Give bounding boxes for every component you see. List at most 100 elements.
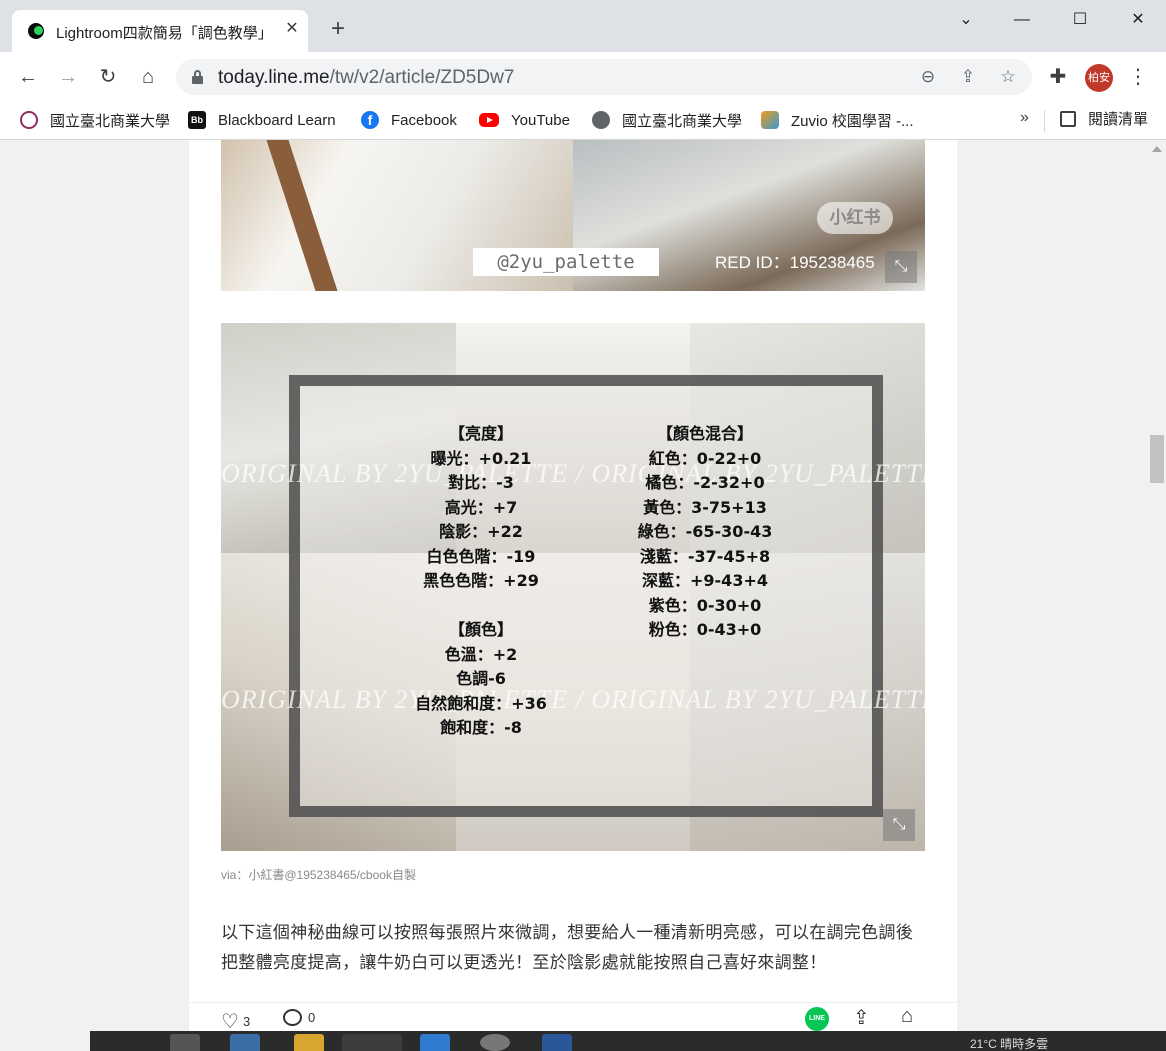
preset-line: 粉色：0-43+0 xyxy=(648,620,762,639)
bookmarks-bar: 國立臺北商業大學 Bb Blackboard Learn f Facebook … xyxy=(0,102,1166,140)
preset-line: 黑色色階：+29 xyxy=(423,571,539,590)
preset-spacer xyxy=(407,594,555,619)
clock-app-icon[interactable] xyxy=(480,1034,510,1051)
preset-line: 色調-6 xyxy=(456,669,506,688)
preset-line: 【亮度】 xyxy=(448,424,513,443)
bookmark-label: YouTube xyxy=(511,111,570,129)
preset-line: 自然飽和度：+36 xyxy=(415,693,547,713)
forward-button[interactable]: → xyxy=(54,63,82,91)
bookmark-ntub-1[interactable]: 國立臺北商業大學 xyxy=(20,108,170,132)
bookmark-youtube[interactable]: YouTube xyxy=(479,108,570,132)
home-button[interactable]: ⌂ xyxy=(134,63,162,91)
reload-button[interactable]: ↻ xyxy=(94,63,122,91)
preset-line: 黃色：3-75+13 xyxy=(643,497,767,517)
extensions-icon[interactable]: ✚ xyxy=(1044,63,1072,91)
youtube-icon xyxy=(479,113,499,127)
preset-line: 陰影：+22 xyxy=(439,522,523,541)
chrome-taskbar-icon[interactable] xyxy=(342,1034,402,1051)
preset-line: 對比：-3 xyxy=(448,473,514,492)
address-bar[interactable]: today.line.me/tw/v2/article/ZD5Dw7 ⊖ ⇪ ☆ xyxy=(176,59,1032,95)
bookmark-label: 國立臺北商業大學 xyxy=(50,112,171,130)
share-page-icon[interactable]: ⇪ xyxy=(956,65,980,89)
facebook-icon: f xyxy=(361,111,379,129)
article-image-preset[interactable]: ORIGINAL BY 2YU_PALETTE / ORIGINAL BY 2Y… xyxy=(221,323,925,851)
url-host: today.line.me xyxy=(218,67,330,88)
browser-toolbar: ← → ↻ ⌂ today.line.me/tw/v2/article/ZD5D… xyxy=(0,52,1166,102)
bookmark-blackboard[interactable]: Bb Blackboard Learn xyxy=(188,108,336,132)
windows-taskbar: 21°C 晴時多雲 xyxy=(90,1031,1166,1051)
lock-icon[interactable] xyxy=(192,70,203,84)
bookmark-facebook[interactable]: f Facebook xyxy=(361,108,457,132)
preset-line: 紅色：0-22+0 xyxy=(648,448,762,468)
bookmarks-divider xyxy=(1044,110,1045,132)
comment-icon xyxy=(283,1009,302,1026)
watermark-xiaohongshu: 小红书 xyxy=(817,202,893,234)
like-count: 3 xyxy=(242,1014,251,1029)
image-caption: via：小紅書@195238465/cbook自製 xyxy=(221,868,416,882)
watermark-original-2: ORIGINAL BY 2YU_PALETTE / ORIGINAL BY 2Y… xyxy=(221,685,925,714)
scroll-thumb[interactable] xyxy=(1150,435,1164,483)
browser-tab[interactable]: Lightroom四款簡易「調色教學」 ✕ xyxy=(12,10,308,52)
article-action-bar: ♡ 3 0 LINE ⇪ ⌂ xyxy=(189,1002,957,1031)
back-button[interactable]: ← xyxy=(14,63,42,91)
preset-hsl-column: 【顏色混合】 紅色：0-22+0 橘色：-2-32+0 黃色：3-75+13 綠… xyxy=(625,422,785,643)
minimize-button[interactable]: — xyxy=(1008,8,1036,32)
home-icon[interactable]: ⌂ xyxy=(901,1005,913,1028)
like-button[interactable]: ♡ 3 xyxy=(221,1009,250,1031)
share-icon[interactable]: ⇪ xyxy=(853,1005,870,1030)
preset-line: 【顏色混合】 xyxy=(656,424,753,443)
bookmark-label: Blackboard Learn xyxy=(218,111,336,129)
comment-count: 0 xyxy=(308,1010,316,1025)
preset-line: 綠色：-65-30-43 xyxy=(637,522,773,541)
word-app-icon[interactable] xyxy=(542,1034,572,1051)
url-path: /tw/v2/article/ZD5Dw7 xyxy=(329,67,515,88)
profile-avatar[interactable]: 柏安 xyxy=(1085,64,1113,92)
more-bookmarks-button[interactable]: » xyxy=(1020,109,1029,127)
url-text[interactable]: today.line.me/tw/v2/article/ZD5Dw7 xyxy=(218,67,514,89)
chrome-menu-icon[interactable]: ⋮ xyxy=(1124,63,1152,91)
bookmark-label: Zuvio 校園學習 -... xyxy=(791,112,914,130)
preset-line: 【顏色】 xyxy=(448,620,513,639)
file-explorer-icon[interactable] xyxy=(294,1034,324,1051)
reading-list-button[interactable]: 閱讀清單 xyxy=(1060,108,1148,129)
close-window-button[interactable]: ✕ xyxy=(1124,8,1152,32)
reading-list-label: 閱讀清單 xyxy=(1088,111,1149,128)
expand-image-icon[interactable]: ⤡ xyxy=(885,251,917,283)
watermark-handle: @2yu_palette xyxy=(473,248,659,276)
bookmark-star-icon[interactable]: ☆ xyxy=(996,65,1020,89)
expand-image-icon[interactable]: ⤡ xyxy=(883,809,915,841)
line-today-favicon-icon xyxy=(28,23,44,39)
store-app-icon[interactable] xyxy=(420,1034,450,1051)
bookmark-zuvio[interactable]: Zuvio 校園學習 -... xyxy=(761,108,914,132)
maximize-button[interactable]: ☐ xyxy=(1066,8,1094,32)
line-share-icon[interactable]: LINE xyxy=(805,1007,829,1031)
preset-line: 深藍：+9-43+4 xyxy=(642,571,768,590)
bookmark-ntub-2[interactable]: 國立臺北商業大學 xyxy=(592,108,742,132)
comment-button[interactable]: 0 xyxy=(283,1009,315,1026)
zoom-icon[interactable]: ⊖ xyxy=(916,65,940,89)
article-image-top[interactable]: @2yu_palette 小红书 RED ID：195238465 ⤡ xyxy=(221,140,925,291)
tab-close-icon[interactable]: ✕ xyxy=(282,19,302,39)
article-body: @2yu_palette 小红书 RED ID：195238465 ⤡ ORIG… xyxy=(189,140,957,1031)
page-scrollbar[interactable] xyxy=(1148,140,1166,1031)
page-viewport: @2yu_palette 小红书 RED ID：195238465 ⤡ ORIG… xyxy=(0,140,1148,1031)
preset-line: 紫色：0-30+0 xyxy=(648,595,762,615)
preset-line: 高光：+7 xyxy=(444,497,518,517)
new-tab-button[interactable]: + xyxy=(326,17,350,42)
tab-search-button[interactable]: ⌄ xyxy=(952,8,980,32)
title-bar: Lightroom四款簡易「調色教學」 ✕ + ⌄ — ☐ ✕ xyxy=(0,0,1166,52)
weather-widget[interactable]: 21°C 晴時多雲 xyxy=(970,1035,1048,1051)
preset-panel-frame xyxy=(289,375,883,817)
reading-list-icon xyxy=(1060,110,1076,127)
watermark-red-id: RED ID：195238465 xyxy=(715,253,875,272)
globe-icon xyxy=(592,111,610,129)
tab-title: Lightroom四款簡易「調色教學」 xyxy=(56,25,273,42)
watermark-original-1: ORIGINAL BY 2YU_PALETTE / ORIGINAL BY 2Y… xyxy=(221,459,925,488)
camera-app-icon[interactable] xyxy=(170,1034,200,1051)
preset-light-color-column: 【亮度】 曝光：+0.21 對比：-3 高光：+7 陰影：+22 白色色階：-1… xyxy=(407,422,555,741)
preset-line: 曝光：+0.21 xyxy=(430,448,532,468)
article-paragraph: 以下這個神秘曲線可以按照每張照片來微調，想要給人一種清新明亮感，可以在調完色調後… xyxy=(221,923,913,972)
blackboard-icon: Bb xyxy=(188,111,206,129)
scroll-up-arrow-icon[interactable] xyxy=(1152,146,1162,152)
calculator-app-icon[interactable] xyxy=(230,1034,260,1051)
